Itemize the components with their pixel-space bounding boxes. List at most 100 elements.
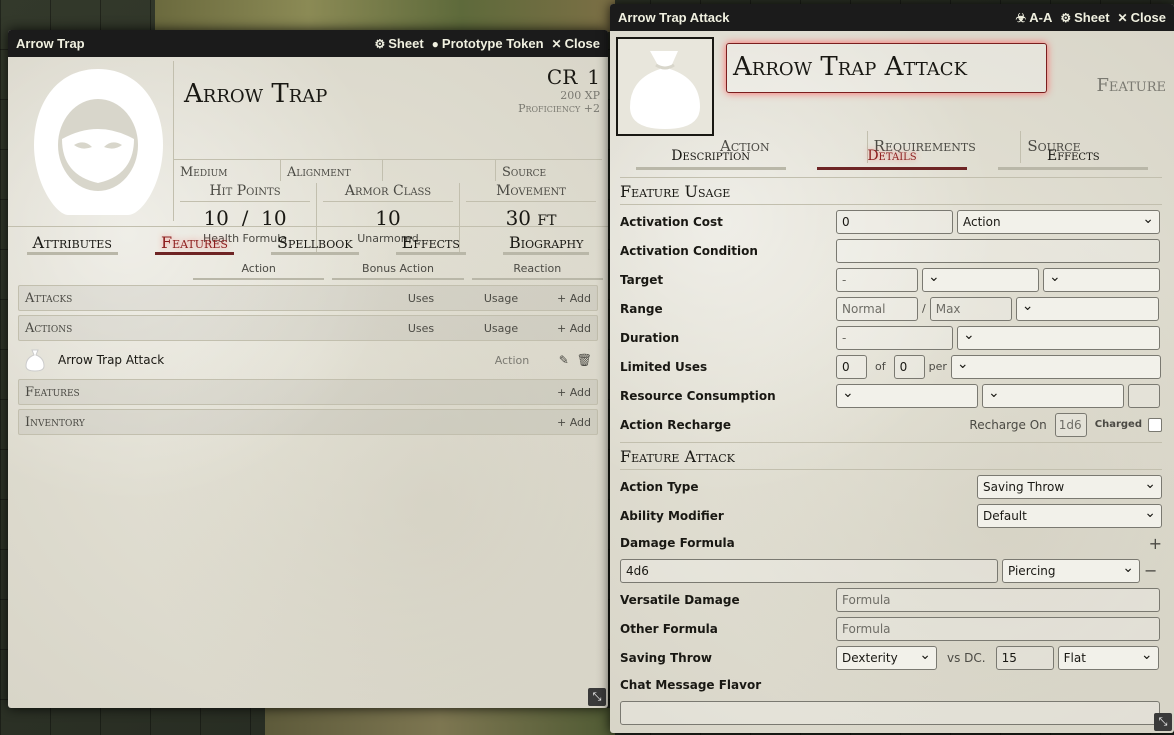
feature-list: Attacks Uses Usage + Add Actions Uses Us… (18, 285, 598, 439)
prototype-token-button[interactable]: ● Prototype Token (432, 36, 544, 51)
actor-sheet-window: Arrow Trap ⚙ Sheet ● Prototype Token ✕ Clos… (8, 30, 608, 708)
consume-amount-input[interactable] (1128, 383, 1160, 408)
inventory-section-header: Inventory + Add (18, 409, 598, 435)
versatile-damage-row: Versatile Damage Formula (620, 585, 1162, 614)
close-button[interactable]: ✕ Close (552, 36, 600, 51)
tab-description[interactable]: Description (635, 144, 786, 170)
uses-max-input[interactable]: 0 (893, 354, 925, 379)
duration-value-input[interactable]: - (836, 325, 953, 350)
damage-formula-input[interactable]: 4d6 (620, 558, 998, 583)
size-field[interactable]: Medium (174, 160, 281, 181)
sheet-config-button[interactable]: ⚙ Sheet (1060, 10, 1109, 25)
add-feature-button[interactable]: + Add (551, 386, 591, 399)
target-row: Target - (620, 265, 1162, 294)
actor-portrait[interactable] (26, 65, 171, 215)
actor-sheet-header[interactable]: Arrow Trap ⚙ Sheet ● Prototype Token ✕ Clos… (8, 30, 608, 57)
action-type-headers: Action Bonus Action Reaction (193, 262, 603, 280)
item-sheet-window: Arrow Trap Attack ☣ A-A ⚙ Sheet ✕ Close Arr… (610, 4, 1174, 733)
activation-condition-input[interactable] (836, 238, 1160, 263)
save-scaling-select[interactable]: Flat (1057, 645, 1159, 670)
user-circle-icon: ● (431, 36, 439, 51)
edit-icon[interactable]: ✎ (559, 353, 569, 367)
biohazard-icon: ☣ (1015, 10, 1027, 25)
limited-uses-row: Limited Uses 0 of 0 per (620, 352, 1162, 381)
activation-cost-row: Activation Cost 0 Action (620, 207, 1162, 236)
target-type-select[interactable] (1043, 267, 1160, 292)
target-value-input[interactable]: - (836, 267, 918, 292)
window-title: Arrow Trap Attack (618, 10, 730, 25)
resource-consumption-row: Resource Consumption (620, 381, 1162, 410)
tab-effects[interactable]: Effects (998, 144, 1149, 170)
range-normal-input[interactable]: Normal (836, 296, 918, 321)
uses-per-select[interactable] (950, 354, 1161, 379)
ability-select[interactable]: Default (977, 503, 1162, 528)
add-inventory-button[interactable]: + Add (551, 416, 591, 429)
resize-handle[interactable]: ⤡ (1154, 713, 1172, 731)
chat-flavor-input[interactable] (620, 700, 1160, 725)
other-formula-input[interactable]: Formula (836, 616, 1160, 641)
add-damage-button[interactable]: + (1149, 534, 1162, 553)
item-sheet-header[interactable]: Arrow Trap Attack ☣ A-A ⚙ Sheet ✕ Close (610, 4, 1174, 31)
activation-cost-input[interactable]: 0 (836, 209, 953, 234)
action-type-select[interactable]: Saving Throw (977, 474, 1162, 499)
action-type-row: Action Type Saving Throw (620, 472, 1162, 501)
chat-flavor-input-row (620, 698, 1162, 727)
consume-type-select[interactable] (836, 383, 978, 408)
gear-icon: ⚙ (374, 36, 386, 51)
tab-attributes[interactable]: Attributes (26, 227, 118, 255)
actor-name[interactable]: Arrow Trap (184, 79, 327, 109)
source-field[interactable]: Source (496, 160, 552, 181)
charged-checkbox[interactable] (1148, 417, 1162, 432)
sack-icon (24, 348, 46, 372)
save-dc-input[interactable]: 15 (995, 645, 1054, 670)
recharge-die-input[interactable]: 1d6 (1054, 412, 1087, 437)
damage-type-select[interactable]: Piercing (1002, 558, 1140, 583)
tab-features[interactable]: Features (154, 227, 234, 255)
damage-part-row: 4d6 Piercing − (620, 556, 1162, 585)
resize-icon: ⤡ (1158, 715, 1168, 728)
saving-throw-row: Saving Throw Dexterity vs DC. 15 Flat (620, 643, 1162, 672)
versatile-damage-input[interactable]: Formula (836, 587, 1160, 612)
resize-handle[interactable]: ⤡ (588, 688, 606, 706)
target-units-select[interactable] (922, 267, 1039, 292)
sheet-config-button[interactable]: ⚙ Sheet (375, 36, 424, 51)
bonus-action-header: Bonus Action (332, 262, 464, 280)
activation-type-select[interactable]: Action (957, 209, 1160, 234)
duration-units-select[interactable] (957, 325, 1160, 350)
other-formula-row: Other Formula Formula (620, 614, 1162, 643)
save-ability-select[interactable]: Dexterity (836, 645, 937, 670)
remove-damage-button[interactable]: − (1144, 561, 1157, 580)
action-recharge-row: Action Recharge Recharge On 1d6 Charged (620, 410, 1162, 439)
details-panel: Feature Usage Activation Cost 0 Action A… (620, 177, 1162, 727)
tab-spellbook[interactable]: Spellbook (271, 227, 359, 255)
map-terrain-top (155, 0, 615, 32)
close-icon: ✕ (551, 36, 562, 51)
close-button[interactable]: ✕ Close (1118, 10, 1166, 25)
duration-row: Duration - (620, 323, 1162, 352)
actions-section-header: Actions Uses Usage + Add (18, 315, 598, 341)
proficiency-bonus: Proficiency +2 (518, 102, 600, 115)
trait-blank-field[interactable] (383, 160, 496, 181)
chat-flavor-label-row: Chat Message Flavor (620, 678, 762, 692)
range-units-select[interactable] (1015, 296, 1159, 321)
tab-effects[interactable]: Effects (395, 227, 466, 255)
tab-details[interactable]: Details (816, 144, 967, 170)
xp-value: 200 XP (560, 89, 600, 102)
add-attack-button[interactable]: + Add (551, 292, 591, 305)
item-image[interactable] (616, 37, 714, 136)
add-action-button[interactable]: + Add (551, 322, 591, 335)
range-max-input[interactable]: Max (929, 296, 1012, 321)
consume-target-select[interactable] (982, 383, 1124, 408)
tab-biography[interactable]: Biography (503, 227, 590, 255)
challenge-rating[interactable]: CR 1 (518, 65, 600, 89)
item-name-input[interactable]: Arrow Trap Attack (726, 43, 1047, 93)
damage-formula-header-row: Damage Formula + (620, 533, 1162, 553)
list-item[interactable]: Arrow Trap Attack Action ✎ 🗑 (18, 345, 598, 375)
uses-value-input[interactable]: 0 (836, 354, 867, 379)
aa-button[interactable]: ☣ A-A (1015, 10, 1052, 25)
item-name[interactable]: Arrow Trap Attack (58, 353, 472, 367)
trash-icon[interactable]: 🗑 (577, 353, 592, 367)
alignment-field[interactable]: Alignment (281, 160, 383, 181)
activation-condition-row: Activation Condition (620, 236, 1162, 265)
gear-icon: ⚙ (1060, 10, 1072, 25)
